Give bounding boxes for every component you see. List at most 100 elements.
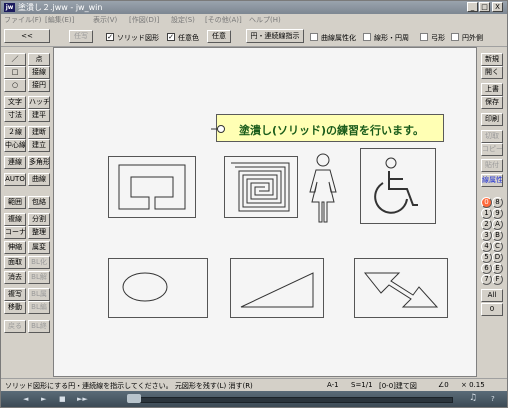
layer-zero-button[interactable]: 0	[481, 303, 503, 316]
tool-elevation[interactable]: 建立	[28, 139, 50, 152]
sample-button[interactable]: 任写	[69, 30, 93, 43]
prev-icon[interactable]: ◄	[23, 395, 28, 403]
save-button[interactable]: 保存	[481, 96, 503, 109]
shape-arrow-frame[interactable]	[354, 258, 448, 318]
tool-stretch[interactable]: 伸縮	[4, 241, 26, 254]
layer-2[interactable]: 2	[481, 219, 492, 230]
tool-attribute-change[interactable]: 属変	[28, 241, 50, 254]
tool-block-edit[interactable]: BL編	[28, 301, 50, 314]
menu-view[interactable]: 表示(V)	[93, 15, 117, 25]
shape-ellipse-frame[interactable]	[108, 258, 208, 318]
status-layer[interactable]: A-1	[327, 381, 339, 389]
back-button[interactable]: <<	[4, 29, 50, 43]
tool-auto[interactable]: AUTO	[4, 173, 26, 186]
close-button[interactable]: X	[492, 2, 503, 12]
menu-other[interactable]: [その他(A)]	[205, 15, 242, 25]
drawing-canvas[interactable]: 塗潰し(ソリッド)の練習を行います。	[53, 47, 477, 377]
tool-circle[interactable]: ○	[4, 79, 26, 92]
tool-hatch[interactable]: ハッチ	[28, 96, 50, 109]
layer-5[interactable]: 5	[481, 252, 492, 263]
tool-chamfer[interactable]: 面取	[4, 256, 26, 269]
seek-thumb[interactable]	[127, 394, 141, 403]
menu-settings[interactable]: 設定(S)	[171, 15, 195, 25]
layer-e[interactable]: E	[492, 263, 503, 274]
circle-polyline-button[interactable]: 円・連続線指示	[246, 29, 304, 43]
tool-divide[interactable]: 分割	[28, 213, 50, 226]
cut-button[interactable]: 切取	[481, 130, 503, 143]
tool-double-line[interactable]: ２線	[4, 126, 26, 139]
next-icon[interactable]: ►►	[77, 395, 88, 403]
tool-offset[interactable]: 複線	[4, 213, 26, 226]
tool-text[interactable]: 文字	[4, 96, 26, 109]
status-zoom[interactable]: × 0.15	[461, 381, 485, 389]
tool-polygon[interactable]: 多角形	[28, 156, 50, 169]
menu-file[interactable]: ファイル(F)	[4, 15, 42, 25]
tool-block-explode[interactable]: BL解	[28, 271, 50, 284]
tool-line[interactable]: ／	[4, 53, 26, 66]
tool-range[interactable]: 範囲	[4, 196, 26, 209]
tool-plan[interactable]: 建平	[28, 109, 50, 122]
layer-0[interactable]: 0	[481, 197, 492, 208]
tool-copy[interactable]: 複写	[4, 288, 26, 301]
copy-button[interactable]: コピー	[481, 143, 503, 156]
status-scale[interactable]: S=1/1	[351, 381, 373, 389]
line-attribute-button[interactable]: 線属性	[481, 174, 503, 187]
status-angle[interactable]: ∠0	[438, 381, 449, 389]
polyline-checkbox[interactable]	[363, 33, 371, 41]
overwrite-button[interactable]: 上書	[481, 83, 503, 96]
anycolor-checkbox[interactable]: ✓	[167, 33, 175, 41]
tool-block-attribute[interactable]: BL属	[28, 288, 50, 301]
tool-continuous-line[interactable]: 連線	[4, 156, 26, 169]
tool-tangent-circle[interactable]: 接円	[28, 79, 50, 92]
layer-3[interactable]: 3	[481, 230, 492, 241]
stop-icon[interactable]: ■	[59, 395, 66, 403]
solid-checkbox[interactable]: ✓	[106, 33, 114, 41]
status-group[interactable]: [0-0]建て図	[379, 381, 417, 391]
arc-checkbox[interactable]	[420, 33, 428, 41]
maximize-button[interactable]: □	[479, 2, 490, 12]
help-icon[interactable]: ?	[491, 395, 495, 403]
layer-6[interactable]: 6	[481, 263, 492, 274]
tool-move[interactable]: 移動	[4, 301, 26, 314]
shape-wheelchair-frame[interactable]	[360, 148, 436, 224]
minimize-button[interactable]: _	[467, 2, 478, 12]
tool-undo[interactable]: 戻る	[4, 320, 26, 333]
tool-corner[interactable]: コーナー	[4, 226, 26, 239]
tool-point[interactable]: 点	[28, 53, 50, 66]
layer-a[interactable]: A	[492, 219, 503, 230]
shape-spiral-frame[interactable]	[224, 156, 298, 218]
open-button[interactable]: 開く	[481, 66, 503, 79]
layer-4[interactable]: 4	[481, 241, 492, 252]
seek-track[interactable]	[131, 397, 453, 403]
curve-checkbox[interactable]	[310, 33, 318, 41]
anycolor-button[interactable]: 任意	[207, 30, 231, 43]
tool-block-end[interactable]: BL終	[28, 320, 50, 333]
tool-block-create[interactable]: BL化	[28, 256, 50, 269]
layer-d[interactable]: D	[492, 252, 503, 263]
layer-c[interactable]: C	[492, 241, 503, 252]
tool-rectangle[interactable]: □	[4, 66, 26, 79]
menu-help[interactable]: ヘルプ(H)	[249, 15, 281, 25]
tool-envelope[interactable]: 包絡	[28, 196, 50, 209]
layer-b[interactable]: B	[492, 230, 503, 241]
paste-button[interactable]: 貼付	[481, 159, 503, 172]
tool-tangent[interactable]: 接線	[28, 66, 50, 79]
print-button[interactable]: 印刷	[481, 113, 503, 126]
layer-f[interactable]: F	[492, 274, 503, 285]
layer-8[interactable]: 8	[492, 197, 503, 208]
tool-center-line[interactable]: 中心線	[4, 139, 26, 152]
shape-bracket-frame[interactable]	[108, 156, 196, 218]
new-button[interactable]: 新規	[481, 53, 503, 66]
tool-erase[interactable]: 消去	[4, 271, 26, 284]
layer-9[interactable]: 9	[492, 208, 503, 219]
play-icon[interactable]: ►	[41, 395, 46, 403]
layer-1[interactable]: 1	[481, 208, 492, 219]
tool-arrange[interactable]: 整理	[28, 226, 50, 239]
tool-curve[interactable]: 曲線	[28, 173, 50, 186]
shape-triangle-frame[interactable]	[230, 258, 324, 318]
tool-section[interactable]: 建断	[28, 126, 50, 139]
tool-dimension[interactable]: 寸法	[4, 109, 26, 122]
volume-icon[interactable]: ♫	[469, 393, 477, 403]
menu-edit[interactable]: [編集(E)]	[45, 15, 74, 25]
menu-draw[interactable]: [作図(D)]	[129, 15, 159, 25]
